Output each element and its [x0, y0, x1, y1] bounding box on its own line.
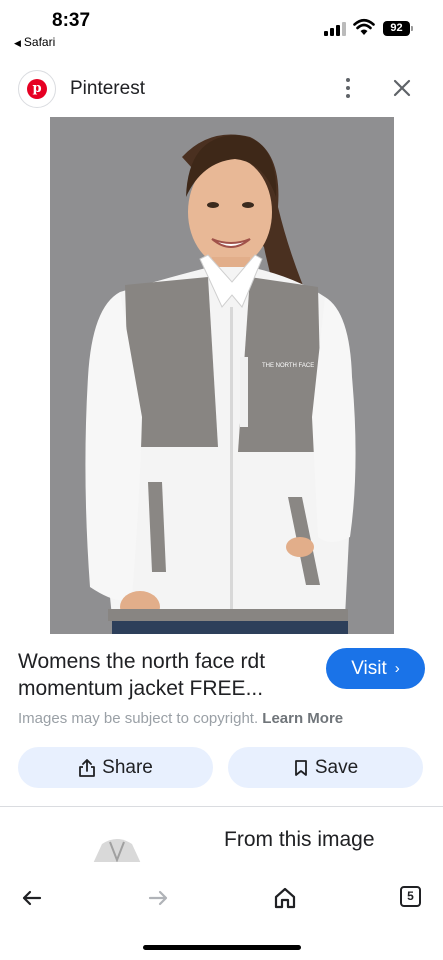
forward-arrow-icon[interactable]: [144, 884, 172, 912]
tabs-icon[interactable]: 5: [400, 886, 421, 907]
from-this-image-heading: From this image: [224, 828, 375, 851]
learn-more-link[interactable]: Learn More: [262, 710, 343, 727]
chevron-right-icon: ›: [394, 660, 400, 677]
status-bar: 8:37 ◀ Safari 92: [0, 0, 443, 54]
back-app-label: Safari: [23, 35, 56, 49]
bottom-navigation-bar: 5: [0, 862, 443, 960]
bookmark-icon: [294, 759, 307, 776]
battery-cap: [411, 26, 413, 31]
save-button[interactable]: Save: [228, 747, 423, 788]
more-options-button[interactable]: [336, 74, 360, 102]
home-icon[interactable]: [271, 884, 299, 912]
back-to-app-link[interactable]: ◀ Safari: [14, 35, 55, 49]
cellular-signal-icon: [324, 22, 346, 36]
share-label: Share: [102, 756, 153, 778]
pinterest-logo-icon: p: [27, 79, 47, 99]
home-indicator: [143, 945, 301, 950]
copyright-text: Images may be subject to copyright.: [18, 710, 259, 727]
result-header: p Pinterest: [0, 62, 443, 116]
share-icon: [79, 758, 96, 777]
visit-button[interactable]: Visit ›: [326, 648, 425, 689]
wifi-icon: [353, 18, 375, 35]
back-arrow-icon[interactable]: [18, 884, 46, 912]
visit-label: Visit: [351, 657, 387, 679]
pinterest-logo: p: [18, 70, 56, 108]
share-button[interactable]: Share: [18, 747, 213, 788]
status-time: 8:37: [52, 10, 91, 31]
site-name: Pinterest: [70, 78, 145, 99]
back-triangle-icon: ◀: [14, 38, 21, 48]
section-divider: [0, 806, 443, 807]
copyright-notice: Images may be subject to copyright. Lear…: [18, 710, 343, 727]
jacket-photo-illustration: THE NORTH FACE: [50, 117, 394, 634]
battery-icon: 92: [383, 21, 410, 36]
save-label: Save: [314, 756, 359, 778]
result-title[interactable]: Womens the north face rdt momentum jacke…: [18, 648, 316, 702]
jacket-brand-text: THE NORTH FACE: [262, 363, 314, 369]
result-image[interactable]: THE NORTH FACE: [50, 117, 394, 634]
close-icon[interactable]: [388, 74, 416, 102]
